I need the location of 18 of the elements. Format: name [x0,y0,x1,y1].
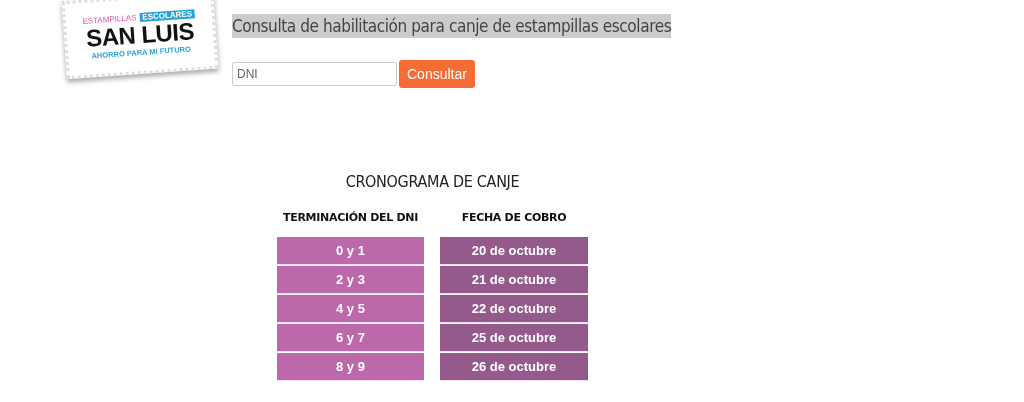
table-cell: 4 y 5 [277,295,424,323]
table-cell: 22 de octubre [440,295,588,323]
table-cell: 6 y 7 [277,324,424,352]
table-cell: 0 y 1 [277,237,424,265]
table-cell: 20 de octubre [440,237,588,265]
column-header: TERMINACIÓN DEL DNI [282,211,419,224]
table-cell: 26 de octubre [440,353,588,381]
dni-field[interactable]: DNI [232,62,397,86]
page-title: Consulta de habilitación para canje de estampillas escolares [232,14,672,38]
consult-button[interactable]: Consultar [399,60,475,88]
schedule-title: CRONOGRAMA DE CANJE [345,172,520,191]
logo-tag: ESCOLARES [139,9,196,22]
column-header: FECHA DE COBRO [460,211,568,224]
table-cell: 2 y 3 [277,266,424,294]
logo-text: ESTAMPILLAS [82,13,137,26]
table-cell: 25 de octubre [440,324,588,352]
table-cell: 21 de octubre [440,266,588,294]
table-cell: 8 y 9 [277,353,424,381]
